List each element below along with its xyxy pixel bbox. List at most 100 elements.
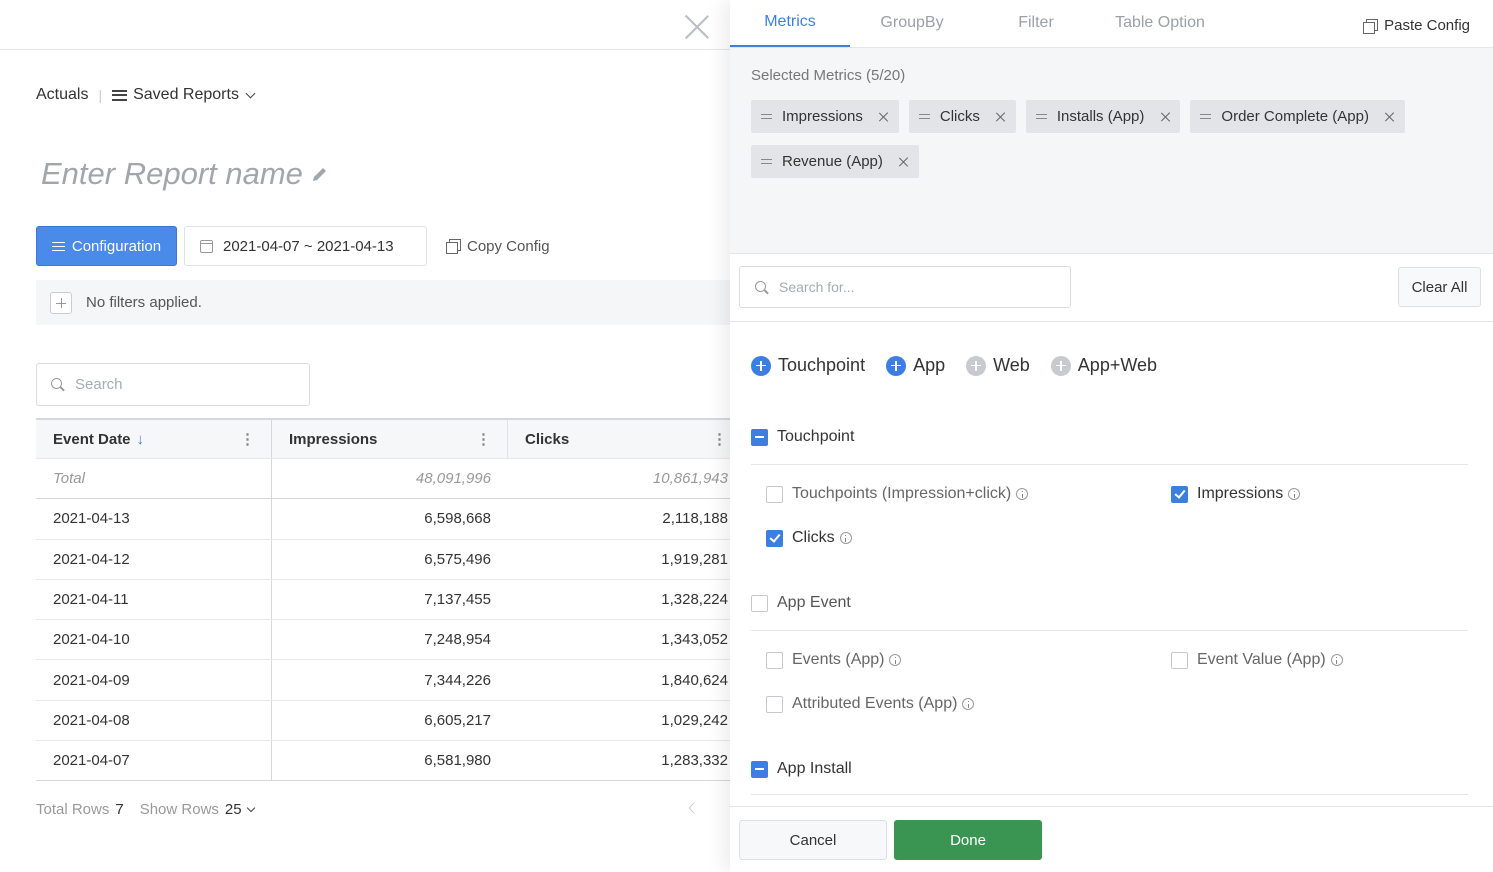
metric-chip[interactable]: Clicks bbox=[908, 100, 1016, 133]
metric-chip[interactable]: Order Complete (App) bbox=[1190, 100, 1405, 133]
total-clicks: 10,861,943 bbox=[652, 470, 728, 488]
checkbox[interactable] bbox=[766, 651, 783, 669]
info-icon[interactable] bbox=[839, 532, 852, 544]
section-app-install[interactable]: App Install bbox=[751, 760, 852, 778]
column-header-clicks[interactable]: Clicks ⋮ bbox=[508, 420, 736, 458]
checkbox[interactable] bbox=[766, 695, 783, 713]
column-header-event-date[interactable]: Event Date ↓ ⋮ bbox=[36, 420, 272, 458]
chip-label: Revenue (App) bbox=[782, 153, 883, 170]
metric-chip[interactable]: Installs (App) bbox=[1025, 100, 1181, 133]
add-circle-icon bbox=[966, 355, 987, 376]
category-app[interactable]: App bbox=[886, 355, 945, 376]
list-icon bbox=[112, 89, 128, 101]
pencil-icon[interactable] bbox=[311, 165, 329, 183]
tab-table-option[interactable]: Table Option bbox=[1098, 0, 1222, 47]
report-name-placeholder: Enter Report name bbox=[41, 156, 303, 191]
category-web[interactable]: Web bbox=[966, 355, 1030, 376]
copy-config-label: Copy Config bbox=[467, 237, 550, 255]
show-rows-label: Show Rows bbox=[139, 801, 219, 818]
breadcrumb-separator: | bbox=[98, 87, 103, 103]
cell-impressions: 7,248,954 bbox=[424, 631, 491, 649]
checkbox[interactable] bbox=[751, 594, 768, 612]
metric-attributed-events-app[interactable]: Attributed Events (App) bbox=[766, 695, 975, 713]
remove-icon[interactable] bbox=[899, 157, 909, 167]
drag-handle-icon[interactable] bbox=[761, 114, 772, 119]
cancel-button[interactable]: Cancel bbox=[739, 820, 887, 860]
tab-filter[interactable]: Filter bbox=[974, 0, 1098, 47]
cell-date: 2021-04-12 bbox=[36, 539, 272, 579]
chevron-down-icon[interactable] bbox=[246, 803, 255, 812]
indeterminate-checkbox[interactable] bbox=[751, 760, 768, 778]
cell-clicks: 1,029,242 bbox=[661, 711, 728, 729]
indeterminate-checkbox[interactable] bbox=[751, 428, 768, 446]
chevron-down-icon[interactable] bbox=[245, 88, 256, 98]
cell-date: 2021-04-07 bbox=[36, 741, 272, 781]
drag-handle-icon[interactable] bbox=[761, 159, 772, 164]
metric-clicks[interactable]: Clicks bbox=[766, 529, 852, 547]
prev-page-icon[interactable] bbox=[688, 802, 700, 814]
info-icon[interactable] bbox=[1288, 488, 1301, 500]
sort-desc-icon[interactable]: ↓ bbox=[137, 431, 145, 448]
checkbox-checked[interactable] bbox=[1171, 485, 1188, 503]
info-icon[interactable] bbox=[962, 698, 975, 710]
clear-all-button[interactable]: Clear All bbox=[1398, 267, 1481, 307]
remove-icon[interactable] bbox=[879, 112, 889, 122]
filter-bar: No filters applied. bbox=[36, 280, 736, 325]
metric-impressions[interactable]: Impressions bbox=[1171, 485, 1301, 503]
copy-config-button[interactable]: Copy Config bbox=[446, 226, 550, 266]
metric-chip[interactable]: Revenue (App) bbox=[751, 145, 919, 178]
date-range-picker[interactable]: 2021-04-07 ~ 2021-04-13 bbox=[184, 226, 427, 266]
metric-search-input[interactable]: Search for... bbox=[739, 266, 1071, 308]
drag-handle-icon[interactable] bbox=[1200, 114, 1212, 119]
selected-metrics-chips: Impressions Clicks Installs (App) Order … bbox=[751, 100, 1451, 178]
show-rows-select[interactable]: 25 bbox=[225, 801, 242, 818]
checkbox[interactable] bbox=[766, 485, 783, 503]
section-app-event[interactable]: App Event bbox=[751, 594, 851, 612]
cell-date: 2021-04-11 bbox=[36, 579, 272, 620]
remove-icon[interactable] bbox=[1160, 112, 1170, 122]
metric-search-placeholder: Search for... bbox=[779, 279, 855, 295]
paste-config-button[interactable]: Paste Config bbox=[1363, 17, 1470, 34]
saved-reports-dropdown[interactable]: Saved Reports bbox=[133, 86, 239, 104]
breadcrumb-actuals[interactable]: Actuals bbox=[36, 86, 88, 104]
section-label: App Install bbox=[777, 760, 852, 777]
section-touchpoint[interactable]: Touchpoint bbox=[751, 428, 854, 446]
table-search-input[interactable]: Search bbox=[36, 363, 310, 406]
report-name-input[interactable]: Enter Report name bbox=[41, 156, 329, 192]
checkbox[interactable] bbox=[1171, 651, 1188, 669]
add-circle-icon bbox=[1050, 355, 1071, 376]
cell-date: 2021-04-13 bbox=[36, 499, 272, 539]
cell-impressions: 6,575,496 bbox=[424, 550, 491, 568]
info-icon[interactable] bbox=[1330, 654, 1343, 666]
configuration-button[interactable]: Configuration bbox=[36, 226, 177, 266]
metric-chip[interactable]: Impressions bbox=[751, 100, 899, 133]
category-touchpoint[interactable]: Touchpoint bbox=[751, 355, 865, 376]
metric-events-app[interactable]: Events (App) bbox=[766, 651, 902, 669]
column-header-impressions[interactable]: Impressions ⋮ bbox=[272, 420, 508, 458]
info-icon[interactable] bbox=[1016, 488, 1029, 500]
add-circle-icon bbox=[751, 355, 771, 376]
checkbox-checked[interactable] bbox=[766, 529, 783, 547]
close-icon[interactable] bbox=[684, 14, 710, 40]
column-menu-icon[interactable]: ⋮ bbox=[240, 430, 255, 448]
tab-metrics[interactable]: Metrics bbox=[730, 0, 850, 47]
done-button[interactable]: Done bbox=[894, 820, 1042, 860]
section-label: Touchpoint bbox=[777, 428, 855, 445]
tab-groupby[interactable]: GroupBy bbox=[850, 0, 974, 47]
drag-handle-icon[interactable] bbox=[918, 114, 930, 119]
divider bbox=[751, 464, 1468, 465]
category-app-web[interactable]: App+Web bbox=[1050, 355, 1157, 376]
add-filter-icon[interactable] bbox=[50, 291, 72, 314]
metric-touchpoints[interactable]: Touchpoints (Impression+click) bbox=[766, 485, 1029, 503]
metric-event-value-app[interactable]: Event Value (App) bbox=[1171, 651, 1343, 669]
table-row: 2021-04-12 6,575,496 1,919,281 bbox=[36, 539, 736, 580]
divider bbox=[751, 794, 1468, 795]
column-menu-icon[interactable]: ⋮ bbox=[712, 430, 727, 448]
chip-label: Order Complete (App) bbox=[1221, 108, 1369, 125]
column-menu-icon[interactable]: ⋮ bbox=[476, 430, 491, 448]
remove-icon[interactable] bbox=[996, 112, 1006, 122]
info-icon[interactable] bbox=[889, 654, 902, 666]
cell-impressions: 6,581,980 bbox=[424, 752, 491, 770]
drag-handle-icon[interactable] bbox=[1035, 114, 1047, 119]
remove-icon[interactable] bbox=[1385, 112, 1395, 122]
